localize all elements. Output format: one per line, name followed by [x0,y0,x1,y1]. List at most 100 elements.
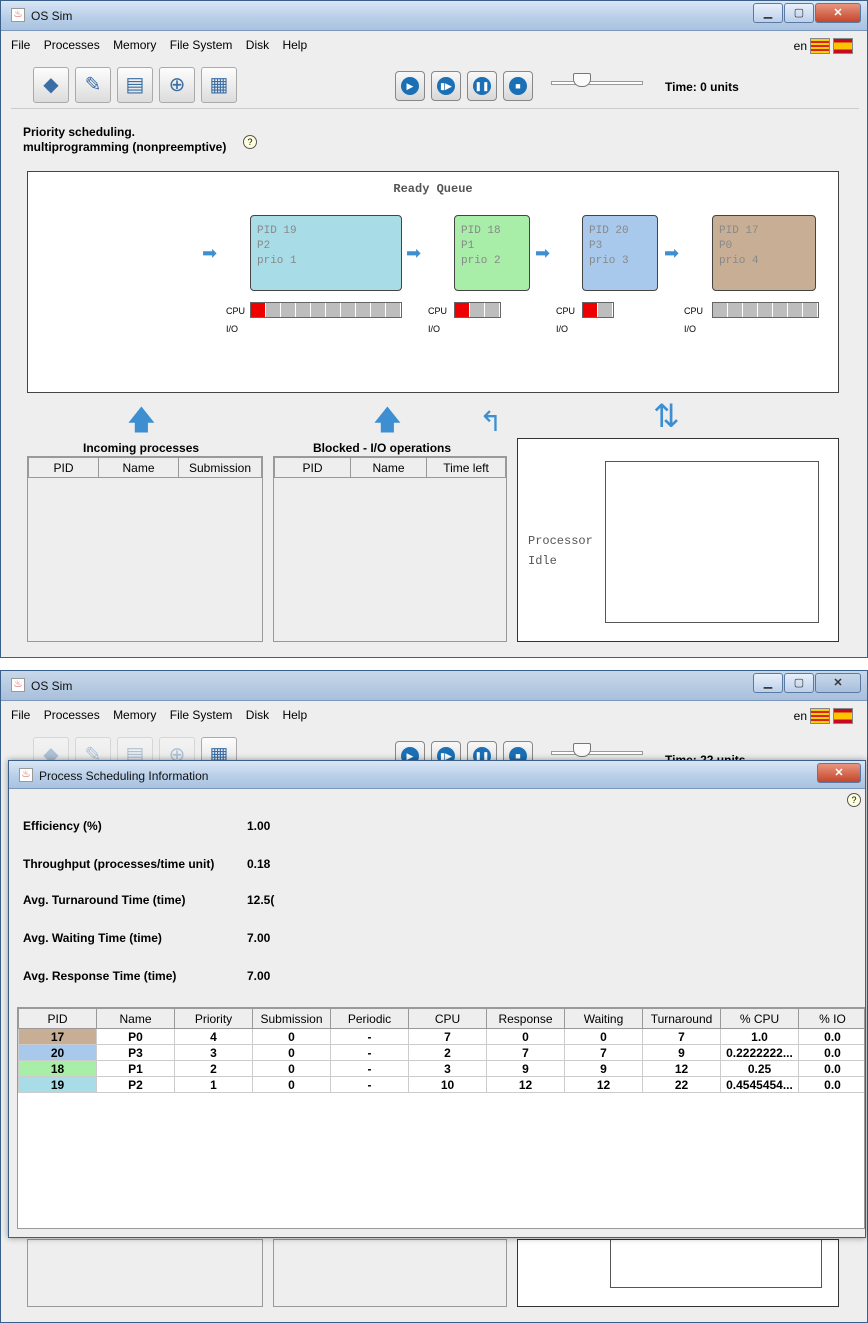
maximize-button[interactable]: ▢ [784,673,814,693]
col-header[interactable]: Turnaround [642,1008,721,1029]
stat-label: Throughput (processes/time unit) [23,857,215,871]
arrow-right-icon: ➡ [202,243,218,263]
stat-label: Avg. Turnaround Time (time) [23,893,186,907]
process-priority: prio 2 [461,255,501,267]
col-header[interactable]: Name [96,1008,175,1029]
process-priority: prio 3 [589,255,629,267]
col-header[interactable]: Periodic [330,1008,409,1029]
arrow-right-icon: ➡ [664,243,680,263]
table-row[interactable]: 19 P2 1 0-10 12 12 22 0.4545454... 0.0 [18,1076,864,1093]
pause-button[interactable]: ❚❚ [467,71,497,101]
help-icon[interactable]: ? [243,135,257,149]
stats-table[interactable]: PID Name Priority Submission Periodic CPU Resp… [17,1007,865,1229]
minimize-button[interactable]: ▁ [753,3,783,23]
menu-file[interactable]: File [11,708,30,722]
catalan-flag-icon[interactable] [810,708,830,724]
menu-processes[interactable]: Processes [44,708,100,722]
menu-help[interactable]: Help [282,708,307,722]
speed-slider[interactable] [551,73,643,95]
table-cell: - [330,1060,409,1077]
col-header[interactable]: CPU [408,1008,487,1029]
stat-value: 7.00 [247,969,271,983]
col-header[interactable]: PID [28,457,99,478]
spanish-flag-icon[interactable] [833,38,853,54]
table-cell: 0 [252,1060,331,1077]
col-header[interactable]: Name [98,457,179,478]
blocked-table[interactable]: PID Name Time left [273,456,507,642]
main-window: ♨ OS Sim ▁ ▢ ✕ File Processes Memory Fil… [0,0,868,658]
menu-memory[interactable]: Memory [113,708,156,722]
clipboard-icon[interactable]: ▤ [117,67,153,103]
col-header[interactable]: % CPU [720,1008,799,1029]
ready-queue-panel: Ready Queue ➡ PID 19 P2 prio 1 ➡ PID 18 … [27,171,839,393]
java-app-icon: ♨ [19,768,33,782]
col-header[interactable]: PID [18,1008,97,1029]
slider-thumb[interactable] [573,743,591,757]
stop-icon: ■ [509,77,527,95]
table-cell: 7 [408,1028,487,1045]
process-priority: prio 4 [719,255,759,267]
col-header[interactable]: Waiting [564,1008,643,1029]
table-cell: 0.2222222... [720,1044,799,1061]
processor-label: Processor [528,534,593,548]
col-header[interactable]: Response [486,1008,565,1029]
table-cell: 18 [18,1060,97,1077]
col-header[interactable]: Priority [174,1008,253,1029]
menu-file-system[interactable]: File System [170,708,233,722]
ready-queue-title: Ready Queue [393,182,473,196]
menu-disk[interactable]: Disk [246,38,269,52]
play-button[interactable]: ▶ [395,71,425,101]
col-header[interactable]: % IO [798,1008,864,1029]
cpu-burst-bar [250,302,402,318]
minimize-button[interactable]: ▁ [753,673,783,693]
table-row[interactable]: 20 P3 3 0-2 7 7 9 0.2222222... 0.0 [18,1044,864,1061]
table-cell: 0.0 [798,1060,864,1077]
table-cell: 1.0 [720,1028,799,1045]
table-cell: 17 [18,1028,97,1045]
catalan-flag-icon[interactable] [810,38,830,54]
close-button[interactable]: ✕ [815,3,861,23]
step-icon: ▮▶ [437,77,455,95]
slider-thumb[interactable] [573,73,591,87]
language-code: en [793,39,807,53]
col-header[interactable]: Name [350,457,427,478]
menu-help[interactable]: Help [282,38,307,52]
processor-state: Idle [528,554,557,568]
io-label: I/O [556,324,569,334]
help-icon[interactable]: ? [847,793,861,807]
io-label: I/O [226,324,239,334]
blocked-title: Blocked - I/O operations [313,441,452,455]
close-button[interactable]: ✕ [815,673,861,693]
menu-disk[interactable]: Disk [246,708,269,722]
col-header[interactable]: Time left [426,457,506,478]
window-title: OS Sim [31,9,73,23]
col-header[interactable]: PID [274,457,351,478]
incoming-table[interactable]: PID Name Submission [27,456,263,642]
table-icon[interactable]: ▦ [201,67,237,103]
step-button[interactable]: ▮▶ [431,71,461,101]
menu-memory[interactable]: Memory [113,38,156,52]
table-row[interactable]: 18 P1 2 0-3 9 9 12 0.25 0.0 [18,1060,864,1077]
processor-box [605,461,819,623]
spanish-flag-icon[interactable] [833,708,853,724]
title-bar: ♨ OS Sim ▁ ▢ ✕ [1,1,867,31]
maximize-button[interactable]: ▢ [784,3,814,23]
dialog-close-button[interactable]: ✕ [817,763,861,783]
col-header[interactable]: Submission [252,1008,331,1029]
stop-button[interactable]: ■ [503,71,533,101]
table-cell: 19 [18,1076,97,1093]
cpu-burst-bar [582,302,614,318]
edit-icon[interactable]: ✎ [75,67,111,103]
add-process-icon[interactable]: ⊕ [159,67,195,103]
table-cell: 9 [642,1044,721,1061]
table-row[interactable]: 17 P0 4 0-7 0 0 7 1.0 0.0 [18,1028,864,1045]
stat-label: Avg. Response Time (time) [23,969,177,983]
process-card-p0: PID 17 P0 prio 4 [712,215,816,291]
eraser-icon[interactable]: ◆ [33,67,69,103]
menu-processes[interactable]: Processes [44,38,100,52]
menu-file[interactable]: File [11,38,30,52]
menu-file-system[interactable]: File System [170,38,233,52]
table-cell: 22 [642,1076,721,1093]
process-name: P0 [719,240,733,252]
col-header[interactable]: Submission [178,457,262,478]
